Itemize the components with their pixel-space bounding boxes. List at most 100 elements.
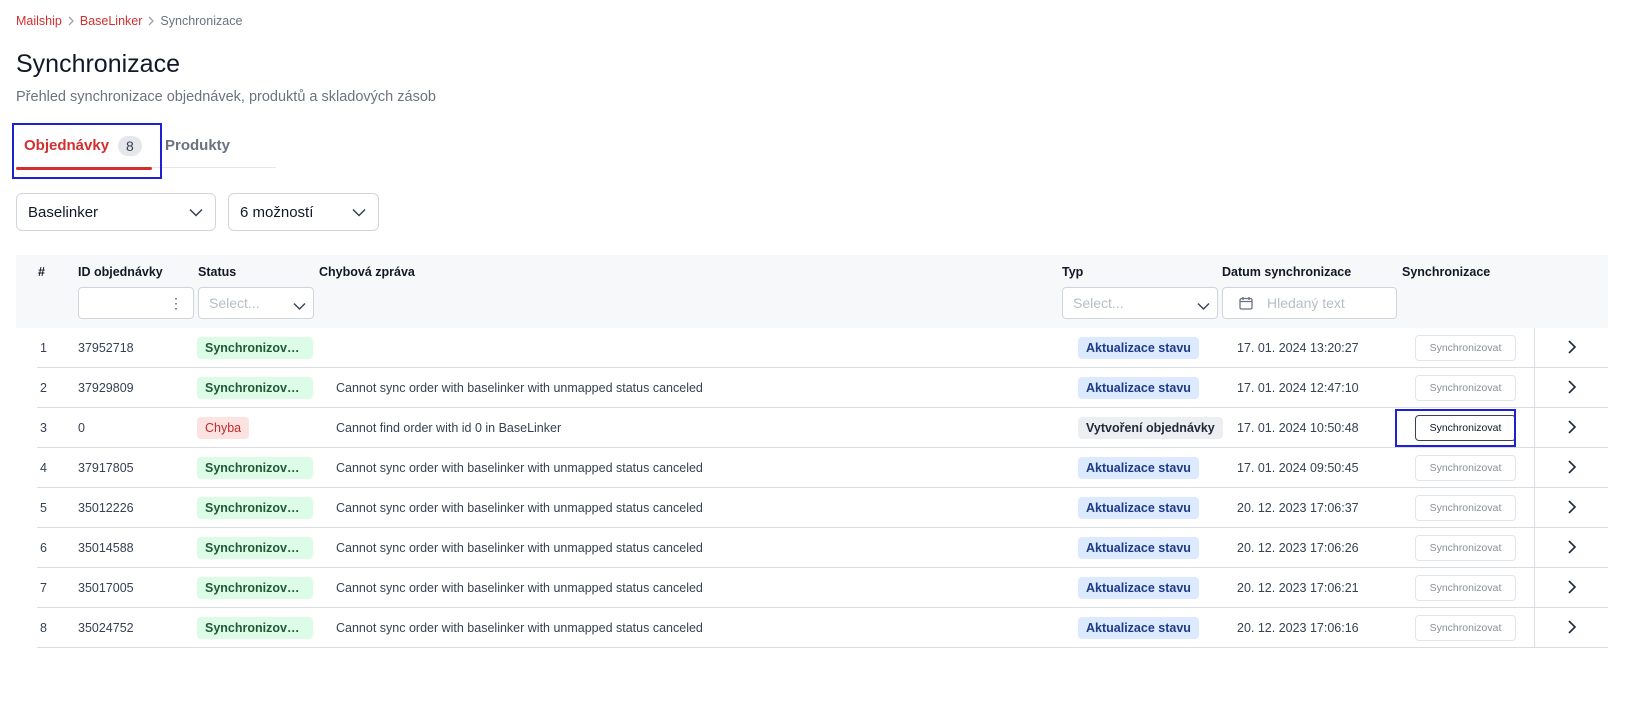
integration-select[interactable]: Baselinker	[16, 193, 216, 231]
row-order-id: 35024752	[78, 621, 134, 635]
highlight-box-sync-button	[1395, 409, 1516, 447]
row-order-id: 37929809	[78, 381, 134, 395]
row-number: 7	[40, 581, 47, 595]
options-select-value: 6 možností	[240, 203, 314, 221]
col-header-sync: Synchronizace	[1402, 265, 1491, 279]
row-detail-link[interactable]	[1534, 448, 1608, 488]
row-number: 8	[40, 621, 47, 635]
col-header-type: Typ	[1062, 265, 1084, 279]
highlight-box-tabs	[12, 123, 162, 179]
chevron-right-icon	[1567, 499, 1577, 518]
row-error-message: Cannot sync order with baselinker with u…	[336, 381, 703, 395]
date-filter-input[interactable]: Hledaný text	[1222, 287, 1397, 319]
chevron-right-icon	[1567, 579, 1577, 598]
breadcrumb-link-mailship[interactable]: Mailship	[16, 14, 62, 28]
chevron-down-icon	[352, 204, 366, 221]
page-subtitle: Přehled synchronizace objednávek, produk…	[16, 89, 436, 105]
order-id-filter-input[interactable]: ⋮	[78, 287, 194, 319]
breadcrumb-current: Synchronizace	[160, 14, 243, 28]
tab-products-label: Produkty	[165, 137, 231, 154]
chevron-right-icon	[1567, 419, 1577, 438]
status-filter-select[interactable]: Select...	[198, 287, 314, 319]
sync-button[interactable]: Synchronizovat	[1415, 455, 1516, 481]
row-detail-link[interactable]	[1534, 368, 1608, 408]
row-detail-link[interactable]	[1534, 328, 1608, 368]
status-badge: Synchronizováno	[197, 577, 313, 599]
row-number: 6	[40, 541, 47, 555]
breadcrumb-link-baselinker[interactable]: BaseLinker	[80, 14, 143, 28]
type-badge: Vytvoření objednávky	[1078, 417, 1223, 439]
sync-button[interactable]: Synchronizovat	[1415, 535, 1516, 561]
type-badge: Aktualizace stavu	[1078, 537, 1199, 559]
row-sync-date: 20. 12. 2023 17:06:26	[1237, 541, 1359, 555]
sync-button[interactable]: Synchronizovat	[1415, 495, 1516, 521]
row-order-id: 37917805	[78, 461, 134, 475]
row-order-id: 37952718	[78, 341, 134, 355]
sync-button[interactable]: Synchronizovat	[1415, 375, 1516, 401]
type-badge: Aktualizace stavu	[1078, 577, 1199, 599]
type-filter-select[interactable]: Select...	[1062, 287, 1218, 319]
row-detail-link[interactable]	[1534, 408, 1608, 448]
status-badge: Synchronizováno	[197, 497, 313, 519]
integration-select-value: Baselinker	[28, 203, 99, 221]
table-row[interactable]: 2 37929809 Synchronizováno Cannot sync orde…	[37, 368, 1608, 408]
table-row[interactable]: 4 37917805 Synchronizováno Cannot sync orde…	[37, 448, 1608, 488]
col-header-error: Chybová zpráva	[319, 265, 415, 279]
table-row[interactable]: 5 35012226 Synchronizováno Cannot sync orde…	[37, 488, 1608, 528]
options-select[interactable]: 6 možností	[228, 193, 379, 231]
calendar-icon	[1239, 296, 1253, 310]
row-number: 2	[40, 381, 47, 395]
sync-button[interactable]: Synchronizovat	[1415, 615, 1516, 641]
row-error-message: Cannot sync order with baselinker with u…	[336, 621, 703, 635]
row-sync-date: 20. 12. 2023 17:06:37	[1237, 501, 1359, 515]
page-title: Synchronizace	[16, 50, 180, 78]
chevron-right-icon	[1567, 459, 1577, 478]
col-header-status: Status	[198, 265, 237, 279]
row-order-id: 35017005	[78, 581, 134, 595]
status-badge: Synchronizováno	[197, 617, 313, 639]
row-detail-link[interactable]	[1534, 608, 1608, 648]
chevron-right-icon	[1567, 379, 1577, 398]
chevron-right-icon	[67, 16, 75, 26]
date-filter-placeholder: Hledaný text	[1267, 295, 1345, 311]
table-row[interactable]: 1 37952718 Synchronizováno Aktualizace stav…	[37, 328, 1608, 368]
chevron-down-icon	[1197, 298, 1210, 314]
row-order-id: 35014588	[78, 541, 134, 555]
sync-button[interactable]: Synchronizovat	[1415, 575, 1516, 601]
status-badge: Synchronizováno	[197, 457, 313, 479]
col-header-num: #	[38, 265, 45, 279]
sync-table: # ID objednávky Status Chybová zpráva Ty…	[16, 255, 1608, 648]
row-number: 1	[40, 341, 47, 355]
row-error-message: Cannot sync order with baselinker with u…	[336, 501, 703, 515]
row-sync-date: 17. 01. 2024 12:47:10	[1237, 381, 1359, 395]
kebab-menu-icon[interactable]: ⋮	[169, 296, 183, 310]
status-badge: Synchronizováno	[197, 537, 313, 559]
sync-button[interactable]: Synchronizovat	[1415, 335, 1516, 361]
row-error-message: Cannot sync order with baselinker with u…	[336, 461, 703, 475]
table-row[interactable]: 7 35017005 Synchronizováno Cannot sync orde…	[37, 568, 1608, 608]
row-detail-link[interactable]	[1534, 528, 1608, 568]
status-filter-placeholder: Select...	[209, 295, 260, 311]
status-badge: Chyba	[197, 417, 250, 439]
row-detail-link[interactable]	[1534, 488, 1608, 528]
row-sync-date: 17. 01. 2024 10:50:48	[1237, 421, 1359, 435]
col-header-order-id: ID objednávky	[78, 265, 163, 279]
chevron-right-icon	[1567, 339, 1577, 358]
row-detail-link[interactable]	[1534, 568, 1608, 608]
table-header: # ID objednávky Status Chybová zpráva Ty…	[16, 255, 1608, 328]
type-badge: Aktualizace stavu	[1078, 377, 1199, 399]
row-sync-date: 17. 01. 2024 13:20:27	[1237, 341, 1359, 355]
chevron-right-icon	[147, 16, 155, 26]
chevron-right-icon	[1567, 539, 1577, 558]
tab-products[interactable]: Produkty	[158, 124, 230, 168]
table-row[interactable]: 6 35014588 Synchronizováno Cannot sync orde…	[37, 528, 1608, 568]
row-sync-date: 17. 01. 2024 09:50:45	[1237, 461, 1359, 475]
type-badge: Aktualizace stavu	[1078, 337, 1199, 359]
type-badge: Aktualizace stavu	[1078, 617, 1199, 639]
chevron-right-icon	[1567, 619, 1577, 638]
row-order-id: 35012226	[78, 501, 134, 515]
row-number: 3	[40, 421, 47, 435]
table-row[interactable]: 3 0 Chyba Cannot find order with id 0 in Ba…	[37, 408, 1608, 448]
table-row[interactable]: 8 35024752 Synchronizováno Cannot sync orde…	[37, 608, 1608, 648]
row-sync-date: 20. 12. 2023 17:06:16	[1237, 621, 1359, 635]
